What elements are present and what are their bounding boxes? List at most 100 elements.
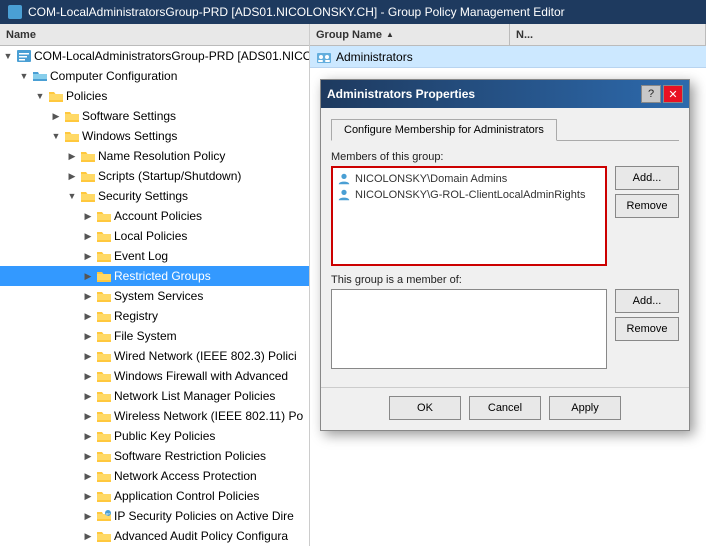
- expand-btn-restricted-groups[interactable]: ▶: [80, 268, 96, 284]
- tree-item-advanced-audit[interactable]: ▶ Advanced Audit Policy Configura: [0, 526, 309, 546]
- tab-configure-membership[interactable]: Configure Membership for Administrators: [331, 119, 557, 141]
- expand-btn-name-resolution[interactable]: ▶: [64, 148, 80, 164]
- tree-item-root[interactable]: ▼ COM-LocalAdministratorsGroup-PRD [ADS01…: [0, 46, 309, 66]
- members-with-buttons: NICOLONSKY\Domain AdminsNICOLONSKY\G-ROL…: [331, 166, 679, 266]
- dialog-title: Administrators Properties: [327, 87, 475, 101]
- folder-icon-network-list: [96, 388, 112, 404]
- tree-label-app-control: Application Control Policies: [114, 489, 259, 503]
- expand-btn-wireless-network[interactable]: ▶: [80, 408, 96, 424]
- expand-btn-security-settings[interactable]: ▼: [64, 188, 80, 204]
- tree-item-scripts[interactable]: ▶Scripts (Startup/Shutdown): [0, 166, 309, 186]
- tree-item-policies[interactable]: ▼ Policies: [0, 86, 309, 106]
- folder-icon-software-settings: [64, 108, 80, 124]
- expand-btn-account-policies[interactable]: ▶: [80, 208, 96, 224]
- expand-btn-software-restriction[interactable]: ▶: [80, 448, 96, 464]
- folder-icon-file-system: [96, 328, 112, 344]
- app-icon: [8, 5, 22, 19]
- tree-item-computer-config[interactable]: ▼Computer Configuration: [0, 66, 309, 86]
- folder-icon-name-resolution: [80, 148, 96, 164]
- tree-item-wired-network[interactable]: ▶Wired Network (IEEE 802.3) Polici: [0, 346, 309, 366]
- tree-label-windows-firewall: Windows Firewall with Advanced: [114, 369, 288, 383]
- expand-btn-network-list[interactable]: ▶: [80, 388, 96, 404]
- expand-btn-ip-security[interactable]: ▶: [80, 508, 96, 524]
- expand-btn-computer-config[interactable]: ▼: [16, 68, 32, 84]
- dialog-controls: ? ✕: [641, 85, 683, 103]
- help-button[interactable]: ?: [641, 85, 661, 103]
- expand-btn-wired-network[interactable]: ▶: [80, 348, 96, 364]
- tree-item-security-settings[interactable]: ▼ Security Settings: [0, 186, 309, 206]
- tree-item-windows-settings[interactable]: ▼Windows Settings: [0, 126, 309, 146]
- tree-label-policies: Policies: [66, 89, 107, 103]
- expand-btn-registry[interactable]: ▶: [80, 308, 96, 324]
- tree-item-windows-firewall[interactable]: ▶ Windows Firewall with Advanced: [0, 366, 309, 386]
- folder-icon-wireless-network: [96, 408, 112, 424]
- expand-btn-public-key[interactable]: ▶: [80, 428, 96, 444]
- tree-item-file-system[interactable]: ▶File System: [0, 326, 309, 346]
- svg-text:IP: IP: [106, 512, 110, 517]
- expand-btn-app-control[interactable]: ▶: [80, 488, 96, 504]
- tree-label-network-access: Network Access Protection: [114, 469, 257, 483]
- tree-label-advanced-audit: Advanced Audit Policy Configura: [114, 529, 288, 543]
- tree-item-registry[interactable]: ▶Registry: [0, 306, 309, 326]
- user-icon: [337, 188, 351, 202]
- tree-item-app-control[interactable]: ▶ Application Control Policies: [0, 486, 309, 506]
- folder-icon-ip-security: IP: [96, 508, 112, 524]
- member-of-section: This group is a member of: Add... Remove: [331, 274, 679, 369]
- tree-item-restricted-groups[interactable]: ▶Restricted Groups: [0, 266, 309, 286]
- tree-item-event-log[interactable]: ▶ Event Log: [0, 246, 309, 266]
- expand-btn-policies[interactable]: ▼: [32, 88, 48, 104]
- tree-container: ▼COM-LocalAdministratorsGroup-PRD [ADS01…: [0, 46, 309, 546]
- expand-btn-file-system[interactable]: ▶: [80, 328, 96, 344]
- expand-btn-system-services[interactable]: ▶: [80, 288, 96, 304]
- member-entry: NICOLONSKY\Domain Admins: [337, 172, 601, 186]
- tree-item-software-restriction[interactable]: ▶Software Restriction Policies: [0, 446, 309, 466]
- expand-btn-advanced-audit[interactable]: ▶: [80, 528, 96, 544]
- members-buttons: Add... Remove: [615, 166, 679, 266]
- tree-item-local-policies[interactable]: ▶ Local Policies: [0, 226, 309, 246]
- group-icon: [316, 49, 332, 65]
- title-text: COM-LocalAdministratorsGroup-PRD [ADS01.…: [28, 5, 565, 19]
- tree-item-software-settings[interactable]: ▶Software Settings: [0, 106, 309, 126]
- expand-btn-network-access[interactable]: ▶: [80, 468, 96, 484]
- tree-item-account-policies[interactable]: ▶Account Policies: [0, 206, 309, 226]
- expand-btn-root[interactable]: ▼: [0, 48, 16, 64]
- tree-item-public-key[interactable]: ▶Public Key Policies: [0, 426, 309, 446]
- tree-item-system-services[interactable]: ▶System Services: [0, 286, 309, 306]
- tree-item-network-list[interactable]: ▶ Network List Manager Policies: [0, 386, 309, 406]
- tree-label-event-log: Event Log: [114, 249, 168, 263]
- tree-item-network-access[interactable]: ▶ Network Access Protection: [0, 466, 309, 486]
- tree-label-wireless-network: Wireless Network (IEEE 802.11) Po: [114, 409, 303, 423]
- folder-icon-app-control: [96, 488, 112, 504]
- memberof-add-button[interactable]: Add...: [615, 289, 679, 313]
- expand-btn-software-settings[interactable]: ▶: [48, 108, 64, 124]
- members-box[interactable]: NICOLONSKY\Domain AdminsNICOLONSKY\G-ROL…: [331, 166, 607, 266]
- tree-label-network-list: Network List Manager Policies: [114, 389, 275, 403]
- apply-button[interactable]: Apply: [549, 396, 621, 420]
- list-col-value[interactable]: N...: [510, 24, 706, 45]
- members-add-button[interactable]: Add...: [615, 166, 679, 190]
- folder-icon-windows-settings: [64, 128, 80, 144]
- tree-item-wireless-network[interactable]: ▶ Wireless Network (IEEE 802.11) Po: [0, 406, 309, 426]
- tree-label-ip-security: IP Security Policies on Active Dire: [114, 509, 294, 523]
- folder-icon-public-key: [96, 428, 112, 444]
- list-col-name[interactable]: Group Name ▲: [310, 24, 510, 45]
- tree-item-name-resolution[interactable]: ▶Name Resolution Policy: [0, 146, 309, 166]
- memberof-remove-button[interactable]: Remove: [615, 317, 679, 341]
- cancel-button[interactable]: Cancel: [469, 396, 541, 420]
- expand-btn-windows-firewall[interactable]: ▶: [80, 368, 96, 384]
- list-item[interactable]: Administrators: [310, 46, 706, 68]
- folder-icon-policies: [48, 88, 64, 104]
- expand-btn-windows-settings[interactable]: ▼: [48, 128, 64, 144]
- folder-icon-advanced-audit: [96, 528, 112, 544]
- tree-item-ip-security[interactable]: ▶ IP IP Security Policies on Active Dire: [0, 506, 309, 526]
- members-remove-button[interactable]: Remove: [615, 194, 679, 218]
- ok-button[interactable]: OK: [389, 396, 461, 420]
- expand-btn-scripts[interactable]: ▶: [64, 168, 80, 184]
- close-button[interactable]: ✕: [663, 85, 683, 103]
- tree-label-root: COM-LocalAdministratorsGroup-PRD [ADS01.…: [34, 49, 310, 63]
- member-of-box[interactable]: [331, 289, 607, 369]
- expand-btn-local-policies[interactable]: ▶: [80, 228, 96, 244]
- tree-label-security-settings: Security Settings: [98, 189, 188, 203]
- tree-label-local-policies: Local Policies: [114, 229, 187, 243]
- expand-btn-event-log[interactable]: ▶: [80, 248, 96, 264]
